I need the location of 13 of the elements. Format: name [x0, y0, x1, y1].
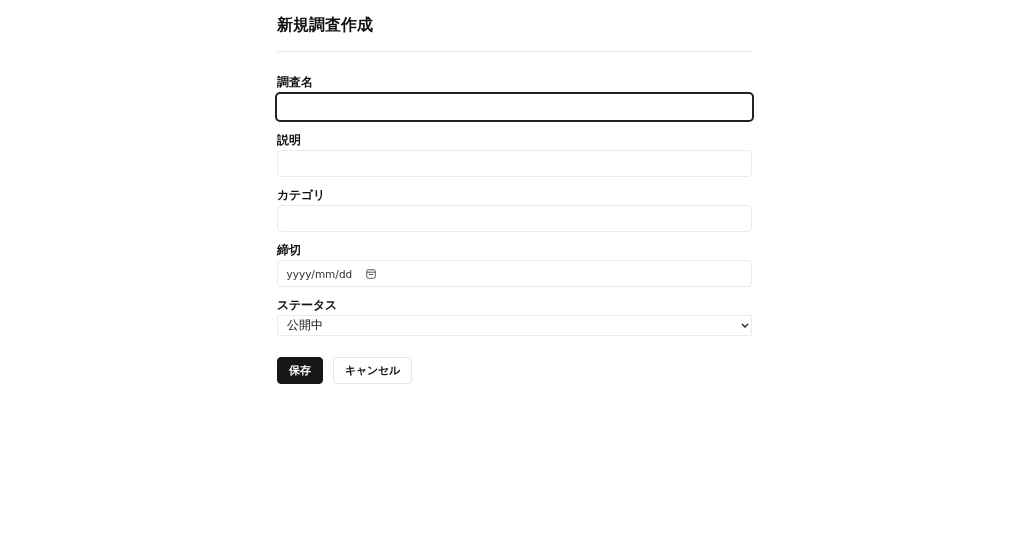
cancel-button[interactable]: キャンセル — [332, 357, 412, 384]
field-label: 説明 — [276, 133, 302, 147]
calendar-icon[interactable] — [366, 268, 377, 279]
page-title: 新規調査作成 — [276, 14, 374, 36]
field-label: カテゴリ — [276, 188, 326, 202]
chevron-down-icon — [740, 323, 749, 328]
date-field[interactable]: yyyy/mm/dd — [276, 260, 752, 287]
field-label: 締切 — [276, 243, 302, 257]
input-field[interactable] — [274, 92, 754, 122]
field-label: 調査名 — [276, 75, 314, 89]
field-label: ステータス — [276, 298, 338, 312]
save-button[interactable]: 保存 — [276, 357, 323, 384]
status-select[interactable]: 公開中 — [276, 315, 752, 336]
